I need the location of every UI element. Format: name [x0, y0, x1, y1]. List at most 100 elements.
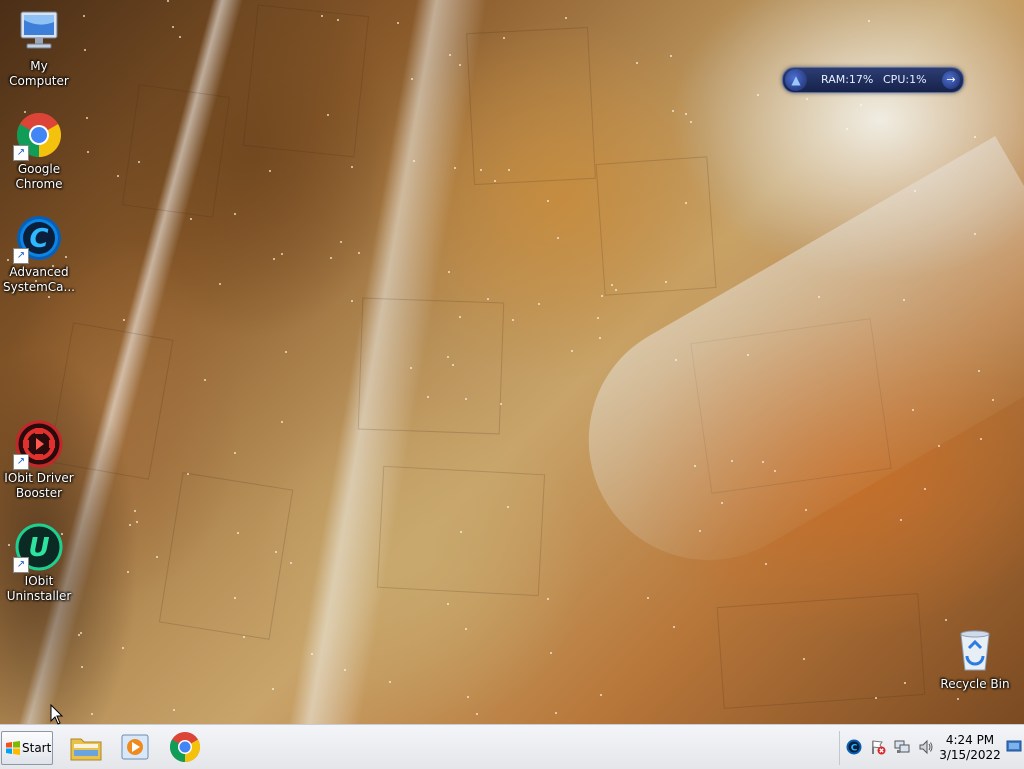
sparkle-dot	[449, 54, 451, 56]
rocket-icon[interactable]: ▲	[785, 69, 807, 91]
sparkle-dot	[912, 409, 914, 411]
sparkle-dot	[690, 121, 692, 123]
shortcut-arrow-icon: ↗	[13, 145, 29, 161]
sparkle-dot	[459, 316, 461, 318]
sparkle-dot	[127, 571, 129, 573]
media-player-icon	[121, 734, 149, 760]
desktop-icon-google-chrome[interactable]: ↗ Google Chrome	[1, 111, 77, 192]
sparkle-dot	[91, 713, 93, 715]
sparkle-dot	[272, 688, 274, 690]
advanced-systemcare-tray-icon[interactable]: C	[846, 739, 862, 755]
sparkle-dot	[550, 652, 552, 654]
sparkle-dot	[500, 403, 502, 405]
system-tray: C 4:24 PM 3/15/2022	[839, 731, 1024, 765]
sparkle-dot	[685, 202, 687, 204]
sparkle-dot	[358, 252, 360, 254]
taskbar-file-explorer[interactable]	[66, 730, 106, 764]
svg-text:C: C	[29, 224, 48, 254]
start-label: Start	[22, 741, 52, 755]
sparkle-dot	[571, 350, 573, 352]
sparkle-dot	[903, 299, 905, 301]
sparkle-dot	[597, 317, 599, 319]
sparkle-dot	[494, 180, 496, 182]
sparkle-dot	[507, 506, 509, 508]
sparkle-dot	[80, 632, 82, 634]
sparkle-dot	[480, 169, 482, 171]
sparkle-dot	[924, 488, 926, 490]
sparkle-dot	[452, 364, 454, 366]
sparkle-dot	[340, 241, 342, 243]
sparkle-dot	[974, 233, 976, 235]
sparkle-dot	[547, 598, 549, 600]
start-button[interactable]: Start	[1, 731, 53, 765]
recycle-bin-icon	[951, 626, 999, 674]
sparkle-dot	[599, 337, 601, 339]
advanced-systemcare-icon: C ↗	[13, 214, 63, 264]
sparkle-dot	[167, 0, 169, 2]
sparkle-dot	[86, 117, 88, 119]
desktop-icon-iobit-uninstaller[interactable]: U ↗ IObit Uninstaller	[1, 523, 77, 604]
wallpaper-panel	[242, 4, 370, 158]
sparkle-dot	[487, 298, 489, 300]
chrome-icon: ↗	[13, 111, 63, 161]
taskbar-google-chrome[interactable]	[165, 730, 205, 764]
sparkle-dot	[179, 36, 181, 38]
computer-icon	[15, 8, 63, 56]
chrome-icon	[169, 732, 201, 762]
volume-icon[interactable]	[918, 739, 934, 755]
sparkle-dot	[285, 351, 287, 353]
sparkle-dot	[78, 634, 80, 636]
sparkle-dot	[290, 562, 292, 564]
system-monitor-widget[interactable]: ▲ RAM:17% CPU:1% →	[782, 67, 964, 93]
desktop-wallpaper[interactable]: My Computer ↗ Google Chrome C ↗ Advanced…	[0, 0, 1024, 724]
wallpaper-panel	[716, 593, 926, 709]
wallpaper-panel	[121, 84, 231, 218]
sparkle-dot	[818, 296, 820, 298]
action-center-flag-icon[interactable]	[870, 739, 886, 755]
sparkle-dot	[281, 253, 283, 255]
taskbar-media-player[interactable]	[115, 730, 155, 764]
sparkle-dot	[173, 709, 175, 711]
wallpaper-panel	[595, 156, 717, 296]
sparkle-dot	[123, 319, 125, 321]
sparkle-dot	[557, 237, 559, 239]
sparkle-dot	[448, 271, 450, 273]
sparkle-dot	[547, 200, 549, 202]
sparkle-dot	[465, 628, 467, 630]
sparkle-dot	[204, 379, 206, 381]
desktop-icon-label: Google Chrome	[15, 162, 63, 191]
sparkle-dot	[565, 17, 567, 19]
sparkle-dot	[447, 356, 449, 358]
desktop-icon-recycle-bin[interactable]: Recycle Bin	[937, 626, 1013, 692]
sparkle-dot	[636, 62, 638, 64]
sparkle-dot	[389, 681, 391, 683]
wallpaper-panel	[357, 297, 505, 435]
sparkle-dot	[600, 694, 602, 696]
desktop-icon-label: Recycle Bin	[940, 677, 1010, 691]
shortcut-arrow-icon: ↗	[13, 557, 29, 573]
sparkle-dot	[311, 653, 313, 655]
mouse-cursor-icon	[50, 704, 64, 725]
taskbar-clock[interactable]: 4:24 PM 3/15/2022	[936, 733, 1004, 763]
desktop-icon-iobit-driver-booster[interactable]: ↗ IObit Driver Booster	[1, 420, 77, 501]
network-icon[interactable]	[894, 739, 910, 755]
desktop-icon-advanced-systemcare[interactable]: C ↗ Advanced SystemCa...	[1, 214, 77, 295]
sparkle-dot	[234, 213, 236, 215]
sparkle-dot	[134, 510, 136, 512]
desktop-icon-my-computer[interactable]: My Computer	[1, 8, 77, 89]
sparkle-dot	[467, 696, 469, 698]
sparkle-dot	[538, 303, 540, 305]
sparkle-dot	[805, 509, 807, 511]
sparkle-dot	[234, 452, 236, 454]
show-desktop-button[interactable]	[1006, 738, 1022, 758]
desktop-icon-label: Advanced SystemCa...	[3, 265, 75, 294]
sparkle-dot	[868, 20, 870, 22]
sparkle-dot	[673, 626, 675, 628]
sparkle-dot	[460, 531, 462, 533]
sparkle-dot	[980, 438, 982, 440]
arrow-right-icon[interactable]: →	[942, 71, 960, 89]
sparkle-dot	[351, 166, 353, 168]
sparkle-dot	[447, 603, 449, 605]
sparkle-dot	[172, 26, 174, 28]
sparkle-dot	[900, 519, 902, 521]
